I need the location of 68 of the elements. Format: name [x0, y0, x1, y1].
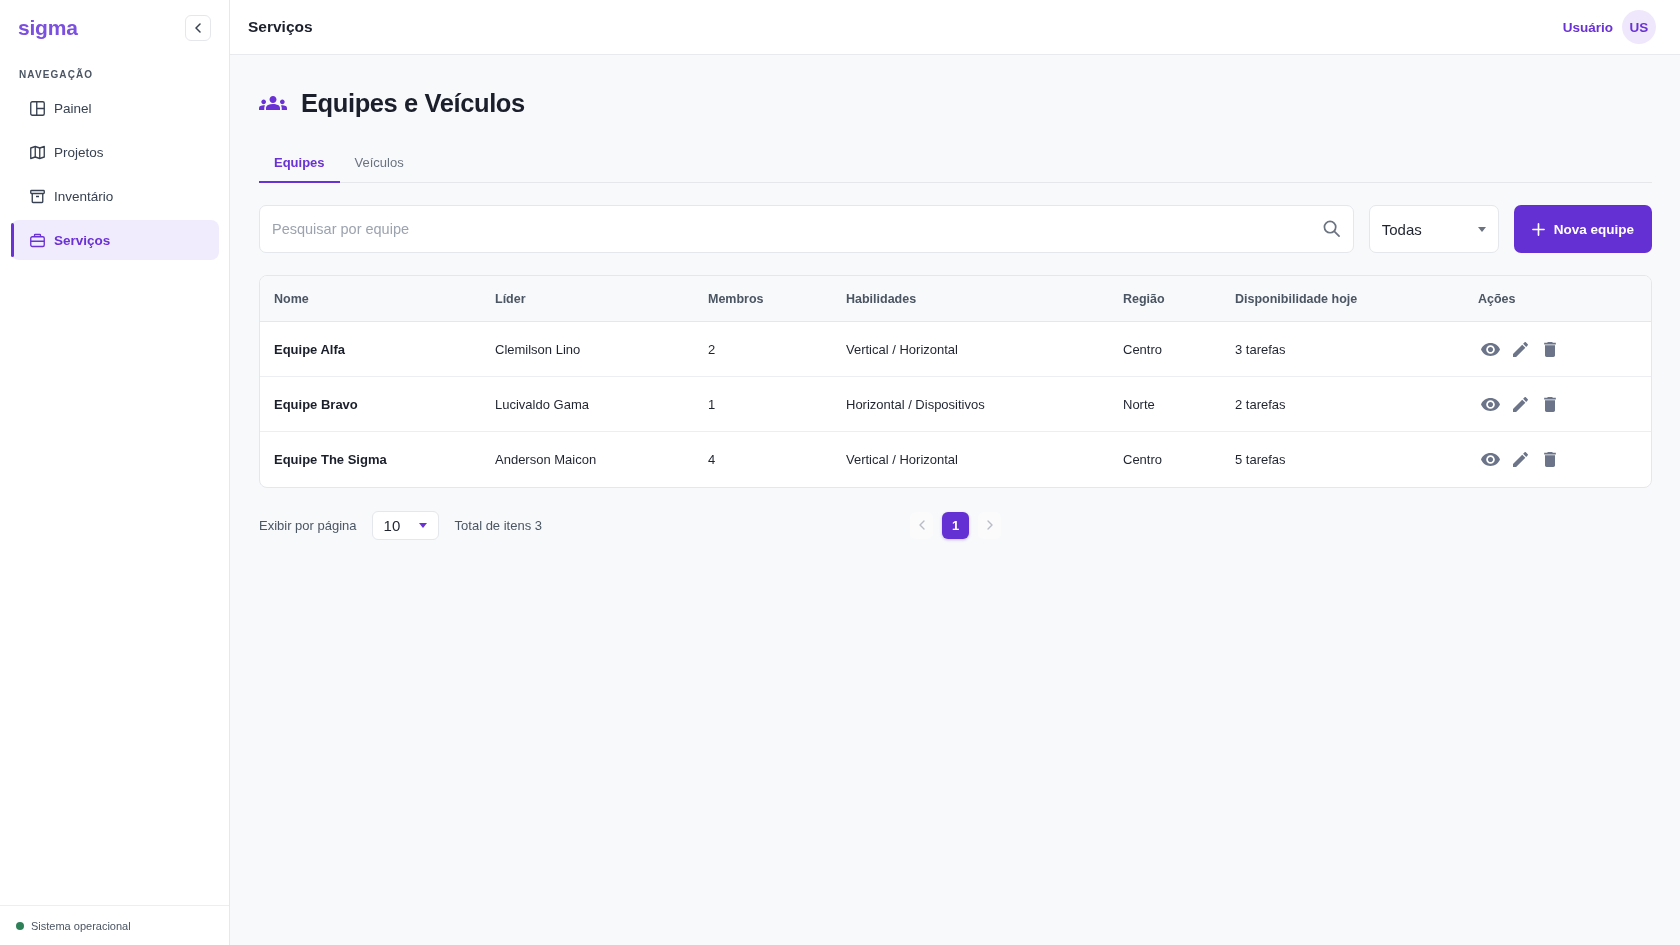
- column-header: Habilidades: [846, 291, 917, 306]
- table-cell: Lucivaldo Gama: [495, 396, 589, 412]
- nav-item[interactable]: Projetos: [11, 132, 219, 172]
- caret-down-icon: [418, 522, 427, 528]
- table-cell: Centro: [1123, 452, 1163, 467]
- column-header: Nome: [274, 291, 309, 306]
- chevron-right-icon: [986, 520, 993, 530]
- new-team-button[interactable]: Nova equipe: [1513, 205, 1652, 253]
- nav-item[interactable]: Serviços: [11, 220, 219, 260]
- status-dot-icon: [16, 921, 24, 930]
- table-cell: Horizontal / Dispositivos: [846, 396, 985, 412]
- nav-item[interactable]: Painel: [11, 88, 219, 128]
- user-avatar[interactable]: US: [1622, 10, 1656, 44]
- logo: sigma: [18, 17, 78, 38]
- table-cell: 2: [708, 341, 716, 357]
- eye-icon: [1480, 453, 1500, 466]
- trash-icon: [1544, 452, 1556, 467]
- nav-item[interactable]: Inventário: [11, 176, 219, 216]
- section-label: NAVEGAÇÃO: [19, 69, 94, 81]
- table-cell: Vertical / Horizontal: [846, 341, 958, 357]
- column-header: Líder: [495, 291, 526, 306]
- users-icon: [259, 96, 287, 110]
- per-page-label: Exibir por página: [259, 517, 357, 533]
- trash-icon: [1544, 396, 1556, 412]
- search-field[interactable]: Pesquisar por equipe: [259, 205, 1354, 253]
- total-items-text: Total de itens 3: [454, 517, 542, 533]
- table-cell: Anderson Maicon: [495, 452, 597, 467]
- pencil-icon: [1512, 452, 1528, 467]
- plus-icon: [1531, 222, 1545, 236]
- table-cell: Norte: [1123, 396, 1155, 412]
- collapse-button[interactable]: [185, 14, 211, 41]
- caret-down-icon: [1477, 226, 1486, 232]
- map-icon: [30, 144, 45, 160]
- eye-icon: [1480, 342, 1500, 356]
- table-cell: Equipe Alfa: [274, 341, 346, 357]
- user-name[interactable]: Usuário: [1562, 19, 1613, 35]
- eye-icon: [1480, 397, 1500, 411]
- layout-icon: [30, 100, 45, 116]
- trash-icon: [1544, 341, 1556, 357]
- column-header: Membros: [708, 291, 764, 306]
- table-cell: 2 tarefas: [1235, 396, 1286, 412]
- per-page-select[interactable]: 10: [371, 510, 439, 540]
- page-title: Equipes e Veículos: [301, 88, 525, 119]
- page-button[interactable]: 1: [942, 511, 969, 539]
- briefcase-icon: [30, 232, 45, 248]
- chevron-left-icon: [918, 520, 925, 530]
- table-cell: Equipe The Sigma: [274, 452, 387, 467]
- table-cell: Clemilson Lino: [495, 341, 581, 357]
- table-cell: Vertical / Horizontal: [846, 452, 958, 467]
- pencil-icon: [1512, 396, 1528, 412]
- table-cell: Centro: [1123, 341, 1163, 357]
- chevron-left-icon: [195, 22, 201, 33]
- table-cell: Equipe Bravo: [274, 396, 358, 412]
- header-title: Serviços: [248, 18, 313, 36]
- tab[interactable]: Equipes: [259, 145, 340, 183]
- column-header: Ações: [1478, 291, 1516, 306]
- status-text: Sistema operacional: [31, 919, 131, 932]
- archive-box-icon: [30, 188, 45, 204]
- column-header: Disponibilidade hoje: [1235, 291, 1358, 306]
- column-header: Região: [1123, 291, 1165, 306]
- pencil-icon: [1512, 341, 1528, 357]
- table-cell: 1: [708, 396, 716, 412]
- table-cell: 3 tarefas: [1235, 341, 1286, 357]
- filter-select[interactable]: Todas: [1368, 205, 1499, 253]
- tab[interactable]: Veículos: [339, 145, 419, 183]
- table-cell: 5 tarefas: [1235, 452, 1286, 467]
- table-cell: 4: [708, 452, 716, 467]
- search-icon: [1322, 220, 1340, 237]
